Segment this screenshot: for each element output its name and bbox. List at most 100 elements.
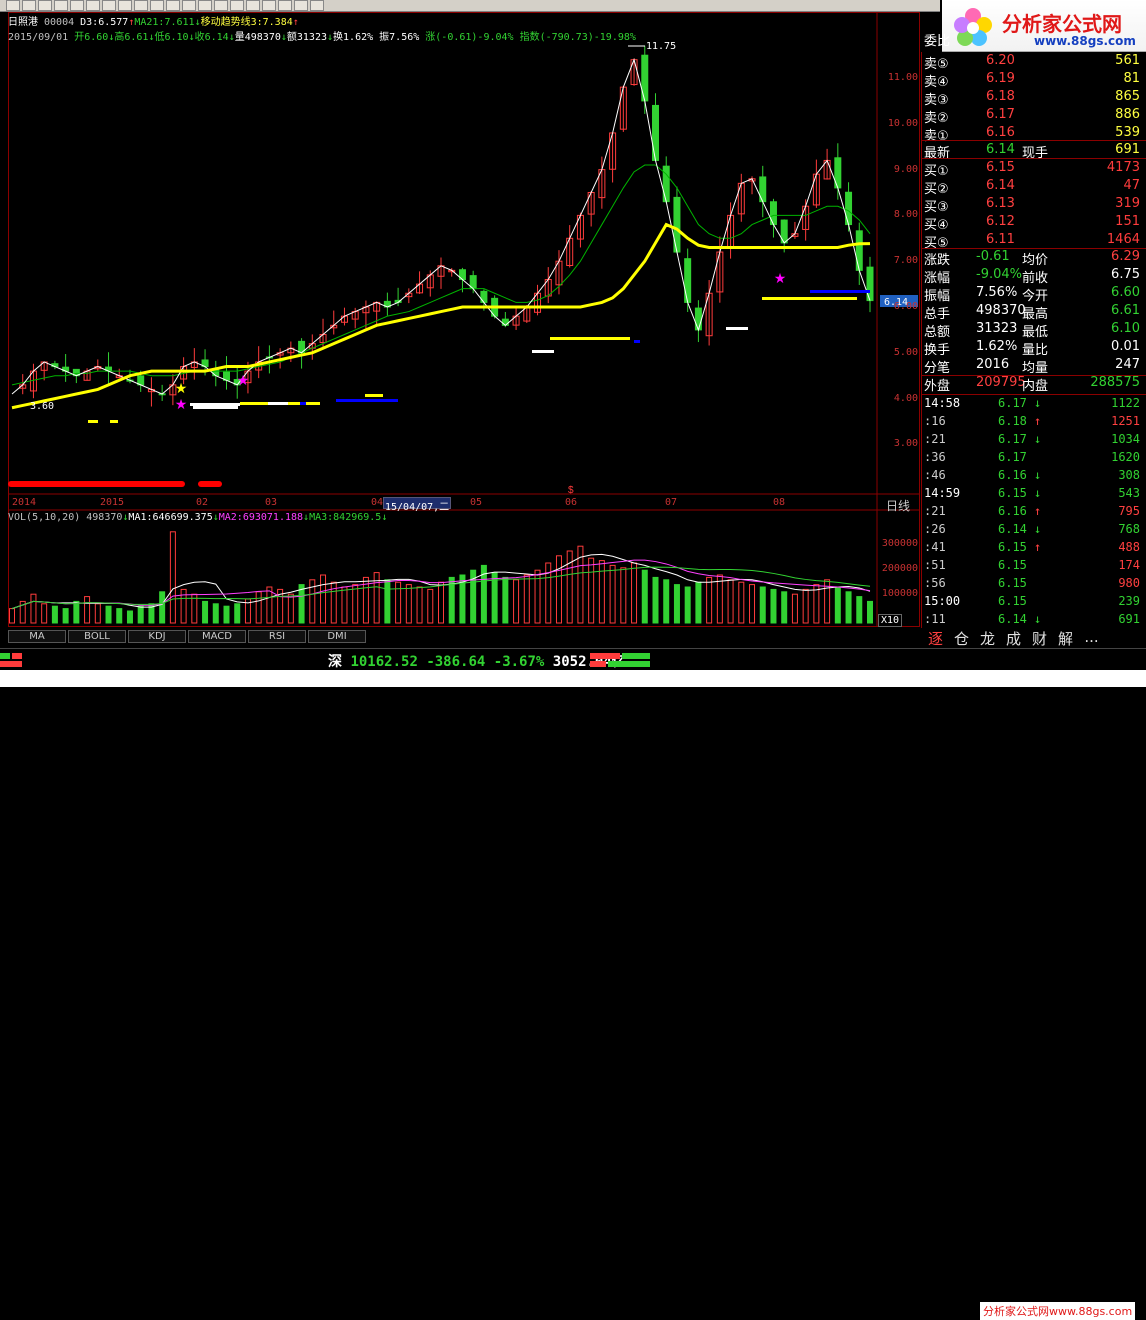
tab-macd[interactable]: MACD	[188, 630, 246, 643]
last-price: 6.14	[986, 142, 1015, 157]
volume-bar	[631, 562, 638, 624]
ohlc-11: 额31323	[286, 32, 327, 43]
tab-dmi[interactable]: DMI	[308, 630, 366, 643]
tick-volume: 1251	[1111, 414, 1140, 428]
ask-volume: 865	[1115, 89, 1140, 104]
stat-label: 振幅	[924, 289, 951, 304]
ohlc-14: 振7.56%	[373, 32, 420, 43]
tick-time: :56	[924, 576, 946, 590]
bid-label: 买②	[924, 182, 949, 197]
tab-ma[interactable]: MA	[8, 630, 66, 643]
tick-price: 6.15	[998, 486, 1027, 500]
candle-body	[480, 290, 488, 303]
highlight-date: 15/04/07,二	[383, 497, 451, 513]
stat-value: 6.61	[1111, 303, 1140, 318]
date-tick: 2014	[12, 497, 37, 508]
tick-row: :21 6.17 ↓ 1034	[922, 432, 1144, 450]
signal-dash	[550, 337, 630, 340]
tick-price: 6.17	[998, 432, 1027, 446]
tick-price: 6.14	[998, 612, 1027, 626]
signal-dash	[634, 340, 640, 343]
signal-bar	[198, 481, 222, 487]
tab-boll[interactable]: BOLL	[68, 630, 126, 643]
volume-bar	[716, 574, 723, 624]
tick-time: :26	[924, 522, 946, 536]
ask-volume: 886	[1115, 107, 1140, 122]
panel-tab-1[interactable]: 仓	[950, 628, 973, 648]
inner-label: 内盘	[1022, 379, 1049, 394]
date-tick: 05	[470, 497, 483, 508]
stat-value: 7.56%	[976, 285, 1018, 300]
stat-value: 498370	[976, 303, 1026, 318]
bid-label: 买④	[924, 218, 949, 233]
volume-bar	[641, 569, 648, 624]
bid-volume: 47	[1123, 178, 1140, 193]
tick-price: 6.15	[998, 594, 1027, 608]
volume-bar	[255, 591, 262, 624]
stat-value: 6.10	[1111, 321, 1140, 336]
volume-bar	[513, 579, 520, 624]
tick-price: 6.16	[998, 468, 1027, 482]
date-tick: 2015	[100, 497, 125, 508]
tick-row: :26 6.14 ↓ 768	[922, 522, 1144, 540]
tick-arrow: ↓	[1034, 432, 1042, 446]
ask-row: 卖② 6.17 886	[922, 107, 1144, 126]
ask-row: 卖③ 6.18 865	[922, 89, 1144, 108]
stat-label: 均价	[1022, 253, 1049, 268]
panel-divider	[922, 248, 1146, 249]
tick-price: 6.16	[998, 504, 1027, 518]
tick-arrow: ↓	[1034, 396, 1042, 410]
tick-price: 6.18	[998, 414, 1027, 428]
volume-bar	[169, 531, 176, 624]
bid-row: 买② 6.14 47	[922, 178, 1144, 197]
volume-bar	[727, 579, 734, 624]
panel-tab-6[interactable]: ...	[1080, 628, 1103, 646]
stat-value: 1.62%	[976, 339, 1018, 354]
panel-tab-2[interactable]: 龙	[976, 628, 999, 648]
volume-bar	[234, 603, 241, 624]
ask-label: 卖⑤	[924, 57, 949, 72]
min-label: 3.60	[30, 401, 54, 412]
tab-rsi[interactable]: RSI	[248, 630, 306, 643]
bid-row: 买① 6.15 4173	[922, 160, 1144, 179]
period-label[interactable]: 日线	[886, 497, 910, 514]
tick-row: 14:59 6.15 ↓ 543	[922, 486, 1144, 504]
ask-volume: 81	[1123, 71, 1140, 86]
panel-tab-0[interactable]: 逐	[924, 628, 947, 648]
indicator-tabs: MA BOLL KDJ MACD RSI DMI	[8, 630, 368, 643]
volume-bar	[105, 605, 112, 624]
volume-bar	[116, 608, 123, 624]
ask-row: 卖⑤ 6.20 561	[922, 53, 1144, 72]
bid-price: 6.15	[986, 160, 1015, 175]
price-tick: 6.00	[893, 301, 918, 312]
volume-bar	[202, 600, 209, 624]
ohlc-1: 开6.60	[68, 32, 109, 43]
date-tick: 04	[371, 497, 384, 508]
tick-time: 14:58	[924, 396, 961, 410]
volume-bar	[384, 579, 391, 624]
tab-kdj[interactable]: KDJ	[128, 630, 186, 643]
panel-tab-4[interactable]: 财	[1028, 628, 1051, 648]
ohlc-0: 2015/09/01	[8, 32, 69, 43]
volume-bar	[749, 584, 756, 624]
candle-body	[694, 307, 702, 331]
bottom-strip	[0, 670, 1146, 687]
stat-label: 涨幅	[924, 271, 951, 286]
volume-bar	[266, 586, 273, 624]
volume-bar	[770, 588, 777, 624]
tick-volume: 1034	[1111, 432, 1140, 446]
max-label: 11.75	[646, 41, 676, 52]
volume-ma-line	[11, 566, 871, 610]
bid-row: 买③ 6.13 319	[922, 196, 1144, 215]
volume-scale[interactable]: X10	[878, 614, 903, 627]
panel-tab-5[interactable]: 解	[1054, 628, 1077, 648]
bid-row: 买④ 6.12 151	[922, 214, 1144, 233]
tick-row: :16 6.18 ↑ 1251	[922, 414, 1144, 432]
volume-bar	[502, 576, 509, 624]
panel-tab-3[interactable]: 成	[1002, 628, 1025, 648]
volume-bar	[673, 584, 680, 624]
outer-value: 209795	[976, 375, 1026, 390]
tick-arrow: ↑	[1034, 504, 1042, 518]
tick-time: :46	[924, 468, 946, 482]
signal-dash	[190, 403, 240, 406]
